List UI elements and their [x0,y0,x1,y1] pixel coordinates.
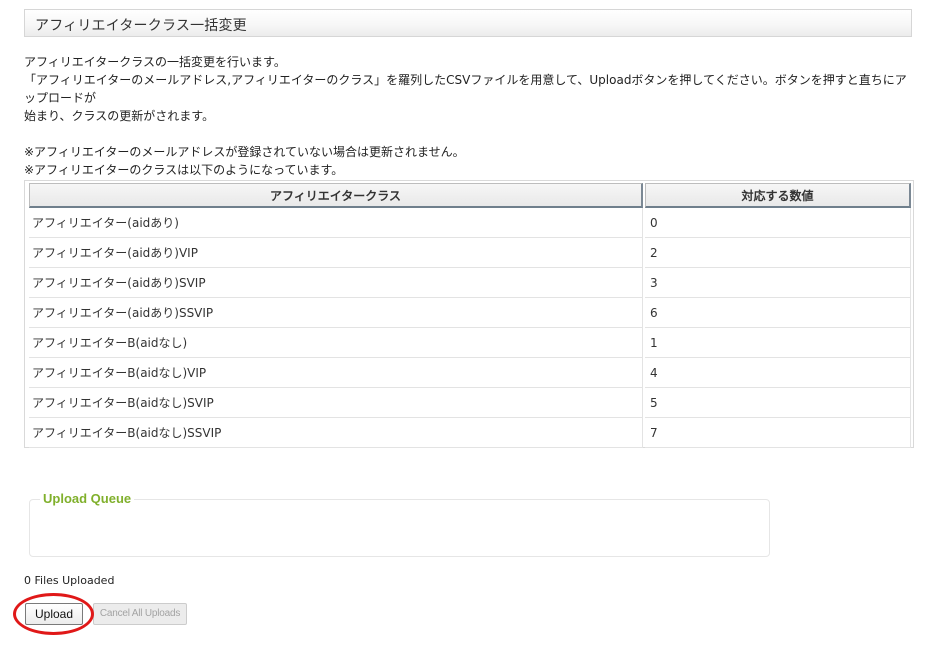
class-cell: アフィリエイター(aidあり)SSVIP [29,298,643,328]
value-cell: 0 [645,208,911,238]
table-row: アフィリエイター(aidあり) 0 [29,208,911,238]
note-line: ※アフィリエイターのメールアドレスが登録されていない場合は更新されません。 [24,145,465,159]
files-uploaded-count: 0 Files Uploaded [24,574,115,587]
value-cell: 2 [645,238,911,268]
value-cell: 4 [645,358,911,388]
class-table: アフィリエイタークラス 対応する数値 アフィリエイター(aidあり) 0 アフィ… [27,183,913,448]
table-row: アフィリエイター(aidあり)VIP 2 [29,238,911,268]
description-line: 始まり、クラスの更新がされます。 [24,109,215,123]
description: アフィリエイタークラスの一括変更を行います。 「アフィリエイターのメールアドレス… [24,53,914,179]
table-row: アフィリエイターB(aidなし)SSVIP 7 [29,418,911,448]
column-header-value: 対応する数値 [645,183,911,208]
value-cell: 6 [645,298,911,328]
class-cell: アフィリエイター(aidあり)VIP [29,238,643,268]
class-cell: アフィリエイターB(aidなし) [29,328,643,358]
value-cell: 3 [645,268,911,298]
value-cell: 7 [645,418,911,448]
value-cell: 1 [645,328,911,358]
value-cell: 5 [645,388,911,418]
table-row: アフィリエイターB(aidなし) 1 [29,328,911,358]
upload-queue-title: Upload Queue [40,491,135,506]
class-cell: アフィリエイターB(aidなし)SVIP [29,388,643,418]
upload-queue-box [29,499,770,557]
page-header: アフィリエイタークラス一括変更 [24,9,912,37]
cancel-all-uploads-button[interactable]: Cancel All Uploads [93,603,187,625]
table-row: アフィリエイター(aidあり)SVIP 3 [29,268,911,298]
table-row: アフィリエイターB(aidなし)SVIP 5 [29,388,911,418]
class-cell: アフィリエイター(aidあり) [29,208,643,238]
class-table-container: アフィリエイタークラス 対応する数値 アフィリエイター(aidあり) 0 アフィ… [24,180,914,448]
class-cell: アフィリエイターB(aidなし)VIP [29,358,643,388]
upload-button[interactable]: Upload [25,603,83,625]
description-line: 「アフィリエイターのメールアドレス,アフィリエイターのクラス」を羅列したCSVフ… [24,73,907,105]
page-title: アフィリエイタークラス一括変更 [35,18,247,34]
column-header-class: アフィリエイタークラス [29,183,643,208]
table-row: アフィリエイター(aidあり)SSVIP 6 [29,298,911,328]
note-line: ※アフィリエイターのクラスは以下のようになっています。 [24,163,344,177]
table-header-row: アフィリエイタークラス 対応する数値 [29,183,911,208]
description-line: アフィリエイタークラスの一括変更を行います。 [24,55,286,69]
class-cell: アフィリエイターB(aidなし)SSVIP [29,418,643,448]
table-row: アフィリエイターB(aidなし)VIP 4 [29,358,911,388]
class-cell: アフィリエイター(aidあり)SVIP [29,268,643,298]
